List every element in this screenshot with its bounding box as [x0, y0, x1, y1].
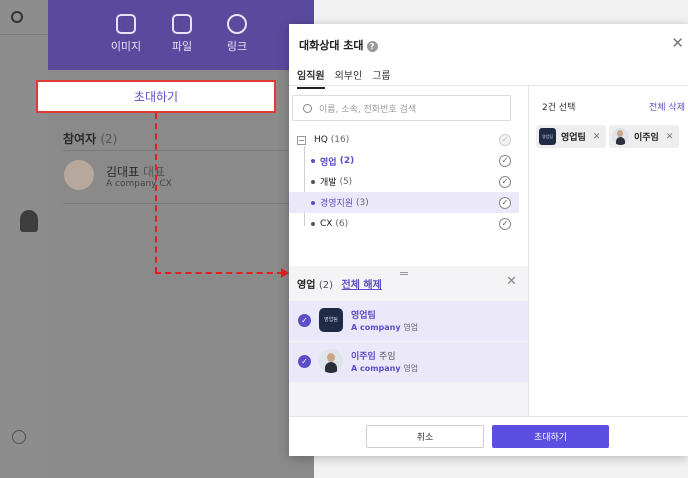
remove-icon[interactable]: ✕	[666, 132, 674, 142]
member-panel-title: 영업 (2) 전체 해제	[297, 280, 382, 291]
check-icon[interactable]: ✓	[499, 196, 511, 209]
image-icon	[116, 14, 136, 34]
selected-chip: 영업팀 영업팀 ✕	[536, 125, 607, 148]
close-icon[interactable]: ✕	[506, 274, 517, 289]
close-icon[interactable]: ✕	[671, 34, 684, 52]
annotation-arrow	[281, 268, 289, 278]
list-item[interactable]: ✓ 이주임 주임 A company 영업	[289, 342, 528, 382]
remove-icon[interactable]: ✕	[593, 132, 601, 142]
attachment-bar: 이미지 파일 링크	[48, 0, 314, 70]
check-icon[interactable]: ✓	[499, 175, 511, 188]
annotation-line	[155, 272, 283, 274]
help-icon[interactable]: ?	[366, 40, 378, 52]
attach-image[interactable]: 이미지	[101, 14, 151, 54]
clear-selection-link[interactable]: 전체 해제	[342, 280, 382, 291]
member-company: A company 영업	[351, 364, 419, 373]
cancel-button[interactable]: 취소	[366, 425, 484, 448]
tree-item-dev[interactable]: 개발 (5) ✓	[297, 172, 519, 193]
checked-icon[interactable]: ✓	[298, 355, 311, 368]
tree-item-management[interactable]: 경영지원 (3) ✓	[289, 192, 519, 214]
checked-icon[interactable]: ✓	[298, 314, 311, 327]
check-icon[interactable]: ✓	[499, 217, 511, 230]
divider	[63, 150, 303, 151]
search-input[interactable]: 이름, 소속, 전화번호 검색	[292, 95, 511, 121]
check-icon: ✓	[499, 134, 511, 147]
clear-all-link[interactable]: 전체 삭제	[649, 100, 685, 113]
check-icon[interactable]: ✓	[499, 155, 511, 168]
file-icon	[172, 14, 192, 34]
member-company: A company 영업	[351, 323, 419, 332]
attach-link[interactable]: 링크	[212, 14, 262, 54]
team-logo: 영업팀	[539, 128, 556, 145]
tree-item-hq[interactable]: − HQ (16) ✓	[297, 130, 519, 151]
link-icon	[227, 14, 247, 34]
search-icon[interactable]	[11, 11, 23, 23]
left-rail	[0, 0, 48, 478]
team-logo: 영업팀	[319, 308, 343, 332]
chat-info-panel	[48, 0, 314, 478]
search-icon	[303, 103, 312, 113]
collapse-icon[interactable]: −	[297, 135, 306, 145]
divider	[289, 85, 688, 86]
selected-count: 2건 선택	[542, 103, 576, 113]
modal-title: 대화상대 초대?	[299, 37, 378, 53]
emoji-icon[interactable]	[12, 430, 26, 444]
list-item[interactable]: ✓ 영업팀 영업팀 A company 영업	[289, 301, 528, 341]
divider	[528, 86, 529, 416]
divider	[289, 416, 688, 417]
org-tree: − HQ (16) ✓ 영업 (2) ✓ 개발 (5) ✓ 경영지원 (3) ✓…	[289, 130, 519, 234]
participant-company: A company CX	[106, 179, 172, 189]
divider	[63, 203, 303, 204]
annotation-line	[155, 113, 157, 273]
participants-heading: 참여자 (2)	[63, 132, 118, 146]
avatar	[319, 349, 343, 373]
invite-modal: 대화상대 초대? ✕ 임직원 외부인 그룹 이름, 소속, 전화번호 검색 − …	[289, 24, 688, 456]
invite-button[interactable]: 초대하기	[36, 80, 276, 113]
tree-item-sales[interactable]: 영업 (2) ✓	[297, 151, 519, 172]
user-icon	[20, 210, 38, 232]
selected-chip: 이주임 ✕	[609, 125, 680, 148]
resize-handle[interactable]	[400, 272, 408, 275]
avatar	[612, 128, 629, 145]
tree-item-cx[interactable]: CX (6) ✓	[297, 213, 519, 234]
avatar	[64, 160, 94, 190]
member-name: 영업팀	[351, 311, 376, 321]
member-name: 이주임 주임	[351, 352, 396, 362]
invite-confirm-button[interactable]: 초대하기	[492, 425, 609, 448]
attach-file[interactable]: 파일	[157, 14, 207, 54]
